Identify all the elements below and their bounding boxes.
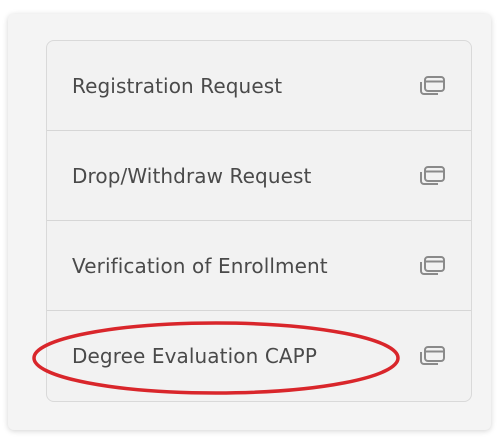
menu-item-label: Verification of Enrollment xyxy=(72,253,328,278)
menu-item-label: Registration Request xyxy=(72,73,283,98)
open-in-new-window-icon xyxy=(420,346,445,365)
menu-item-drop-withdraw-request[interactable]: Drop/Withdraw Request xyxy=(47,131,471,221)
menu-item-degree-evaluation-capp[interactable]: Degree Evaluation CAPP xyxy=(47,311,471,401)
menu-item-verification-of-enrollment[interactable]: Verification of Enrollment xyxy=(47,221,471,311)
open-in-new-window-icon xyxy=(420,75,445,95)
menu-item-label: Degree Evaluation CAPP xyxy=(72,344,318,368)
menu-item-label: Drop/Withdraw Request xyxy=(72,163,312,188)
open-in-new-window-icon xyxy=(420,165,445,185)
links-card: Registration Request Drop/Withdraw Reque… xyxy=(46,40,472,402)
page: Registration Request Drop/Withdraw Reque… xyxy=(0,0,497,438)
open-in-new-window-icon xyxy=(420,255,445,275)
menu-item-registration-request[interactable]: Registration Request xyxy=(47,41,471,131)
